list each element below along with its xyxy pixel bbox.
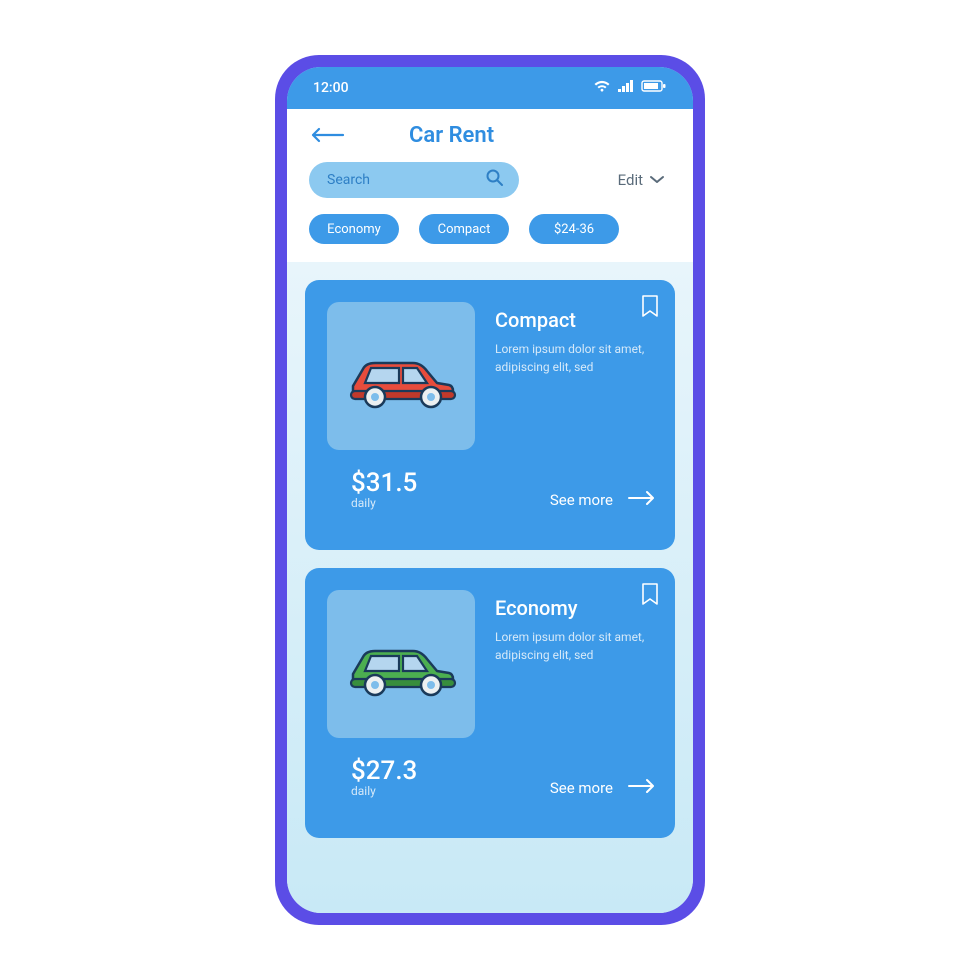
chip-label: $24-36 [554, 222, 594, 237]
arrow-right-icon [627, 490, 657, 510]
status-right [593, 79, 667, 97]
wifi-icon [593, 79, 611, 97]
filter-chips: Economy Compact $24-36 [287, 208, 693, 262]
price-block: $31.5 daily [327, 468, 417, 510]
price-period: daily [351, 496, 417, 510]
search-input[interactable]: Search [309, 162, 519, 198]
chip-label: Compact [438, 222, 491, 237]
car-card[interactable]: Economy Lorem ipsum dolor sit amet, adip… [305, 568, 675, 838]
car-description: Lorem ipsum dolor sit amet, adipiscing e… [495, 628, 657, 664]
edit-dropdown[interactable]: Edit [618, 171, 671, 189]
controls-row: Search Edit [287, 156, 693, 208]
car-name: Compact [495, 308, 657, 332]
status-time: 12:00 [313, 80, 349, 96]
see-more-button[interactable]: See more [550, 490, 657, 510]
chip-price[interactable]: $24-36 [529, 214, 619, 244]
price-block: $27.3 daily [327, 756, 417, 798]
car-card[interactable]: Compact Lorem ipsum dolor sit amet, adip… [305, 280, 675, 550]
car-description: Lorem ipsum dolor sit amet, adipiscing e… [495, 340, 657, 376]
bookmark-icon[interactable] [641, 294, 659, 322]
signal-icon [617, 79, 635, 97]
see-more-label: See more [550, 779, 613, 797]
price-value: $27.3 [351, 756, 417, 786]
search-placeholder: Search [327, 172, 370, 188]
screen: 12:00 Car Rent Search [287, 67, 693, 913]
back-arrow-icon[interactable] [309, 126, 345, 146]
edit-label: Edit [618, 171, 643, 189]
car-info: Compact Lorem ipsum dolor sit amet, adip… [495, 302, 657, 450]
chevron-down-icon [649, 171, 665, 189]
car-image-box [327, 302, 475, 450]
card-list: Compact Lorem ipsum dolor sit amet, adip… [287, 262, 693, 913]
chip-economy[interactable]: Economy [309, 214, 399, 244]
see-more-label: See more [550, 491, 613, 509]
header: Car Rent [287, 109, 693, 156]
page-title: Car Rent [409, 123, 494, 148]
search-icon [485, 168, 505, 192]
car-image-box [327, 590, 475, 738]
see-more-button[interactable]: See more [550, 778, 657, 798]
car-name: Economy [495, 596, 657, 620]
arrow-right-icon [627, 778, 657, 798]
car-info: Economy Lorem ipsum dolor sit amet, adip… [495, 590, 657, 738]
car-icon [341, 341, 461, 411]
bookmark-icon[interactable] [641, 582, 659, 610]
price-value: $31.5 [351, 468, 417, 498]
price-period: daily [351, 784, 417, 798]
chip-compact[interactable]: Compact [419, 214, 509, 244]
phone-frame: 12:00 Car Rent Search [275, 55, 705, 925]
chip-label: Economy [327, 222, 381, 237]
car-icon [341, 629, 461, 699]
battery-icon [641, 79, 667, 97]
status-bar: 12:00 [287, 67, 693, 109]
